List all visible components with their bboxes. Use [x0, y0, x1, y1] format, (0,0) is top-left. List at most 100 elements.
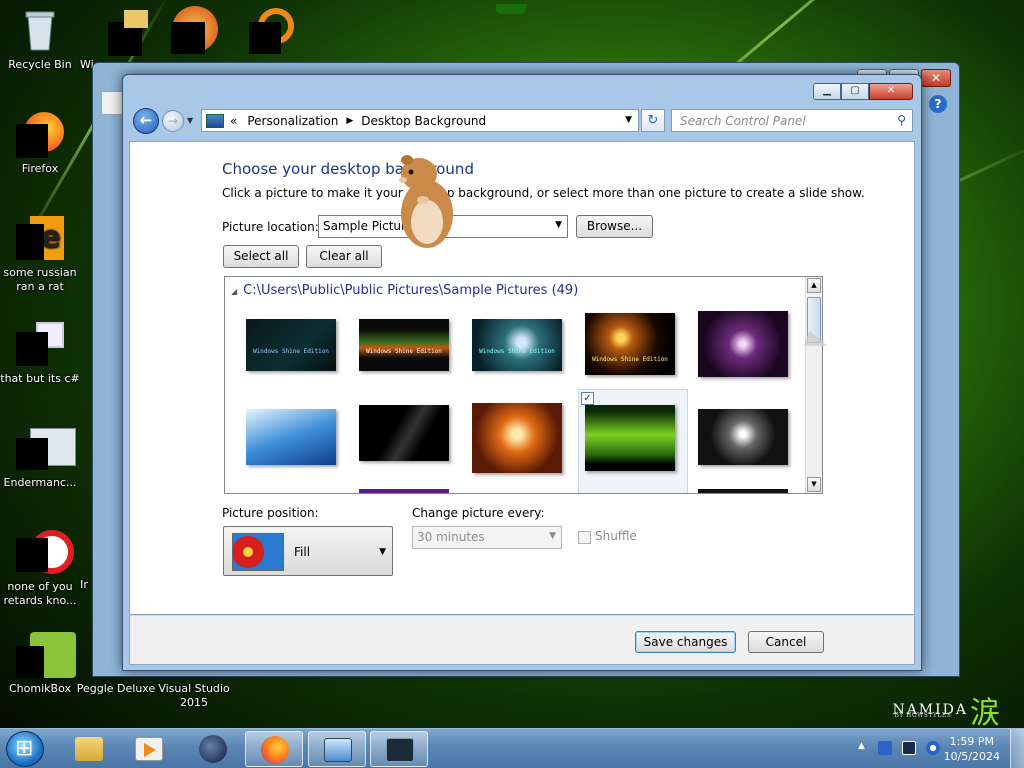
- desktop-icon-label: ChomikBox: [9, 682, 71, 695]
- navigation-bar: ← → ▼ « Personalization ▶ Desktop Backgr…: [129, 107, 915, 135]
- desktop-icon-label: Endermanc...: [3, 476, 77, 489]
- shuffle-checkbox[interactable]: [578, 531, 591, 544]
- thumbnail-selected[interactable]: [585, 405, 675, 471]
- clock-date: 10/5/2024: [943, 750, 1000, 763]
- search-input[interactable]: Search Control Panel ⚲: [671, 109, 913, 132]
- breadcrumb-personalization[interactable]: Personalization: [247, 114, 338, 128]
- personalization-icon: [324, 738, 352, 762]
- watermark-byline: BY HGWSTYLES: [894, 712, 952, 719]
- picture-position-select[interactable]: Fill ▼: [223, 526, 393, 576]
- desktop-icon-label: Recycle Bin: [8, 58, 72, 71]
- taskbar-window-app[interactable]: [370, 731, 428, 767]
- window-app-icon: [16, 424, 76, 472]
- thumbnail[interactable]: [698, 409, 788, 465]
- scroll-down-icon[interactable]: ▼: [807, 477, 821, 492]
- picture-location-label: Picture location:: [222, 220, 319, 234]
- gallery-group-path: C:\Users\Public\Public Pictures\Sample P…: [243, 283, 579, 298]
- thumbnail[interactable]: Windows Shine Edition: [585, 313, 675, 375]
- address-overflow[interactable]: «: [230, 114, 237, 128]
- picture-position-label: Picture position:: [222, 506, 319, 520]
- content-area: Choose your desktop background Click a p…: [129, 141, 915, 615]
- scroll-up-icon[interactable]: ▲: [807, 278, 821, 293]
- back-button[interactable]: ←: [133, 108, 159, 134]
- shuffle-label: Shuffle: [595, 529, 637, 543]
- thumbnail[interactable]: Windows Shine Edition: [359, 319, 449, 371]
- network-icon[interactable]: [878, 741, 892, 755]
- thumbnail[interactable]: [698, 489, 788, 493]
- taskbar-explorer[interactable]: [60, 731, 118, 767]
- browse-button[interactable]: Browse...: [576, 215, 653, 238]
- forward-button[interactable]: →: [162, 110, 184, 132]
- gallery-group-header[interactable]: ◢ C:\Users\Public\Public Pictures\Sample …: [231, 283, 578, 298]
- desktop-icon-peggle[interactable]: Peggle Deluxe: [76, 682, 156, 696]
- show-hidden-icons-icon[interactable]: ▲: [858, 741, 865, 751]
- start-button[interactable]: [6, 731, 44, 767]
- close-button[interactable]: ✕: [869, 83, 913, 100]
- folder-icon: [75, 737, 103, 761]
- clock[interactable]: 1:59 PM 10/5/2024: [944, 734, 1000, 764]
- position-preview-image: [232, 533, 284, 571]
- recent-pages-dropdown-icon[interactable]: ▼: [187, 116, 193, 125]
- desktop-icon-that-but-its-csharp[interactable]: that but its c#: [0, 320, 80, 386]
- redacted-icon: [249, 22, 281, 54]
- desktop-icon-visual-studio[interactable]: Visual Studio 2015: [154, 682, 234, 710]
- desktop-icon-chomikbox[interactable]: ChomikBox: [0, 630, 80, 696]
- firefox-icon: [16, 110, 64, 158]
- hamster-desktop-pet-icon[interactable]: [393, 152, 457, 252]
- refresh-button[interactable]: ↻: [641, 109, 665, 132]
- thumbnail[interactable]: Windows Shine Edition: [246, 319, 336, 371]
- change-interval-value: 30 minutes: [417, 530, 485, 544]
- address-dropdown-icon[interactable]: ▼: [625, 115, 632, 125]
- taskbar-personalization[interactable]: [308, 731, 366, 767]
- show-desktop-button[interactable]: [1010, 729, 1024, 768]
- desktop-icon-recycle-bin[interactable]: Recycle Bin: [0, 6, 80, 72]
- chevron-down-icon: ▼: [549, 531, 556, 541]
- collapse-triangle-icon[interactable]: ◢: [231, 287, 237, 296]
- chevron-down-icon: ▼: [379, 547, 386, 557]
- watermark-kanji: 涙: [970, 696, 1002, 728]
- change-interval-select[interactable]: 30 minutes ▼: [412, 526, 562, 549]
- save-changes-button[interactable]: Save changes: [635, 631, 736, 653]
- change-picture-label: Change picture every:: [412, 506, 545, 520]
- media-player-icon: [135, 737, 163, 761]
- thumbnail-checkbox[interactable]: ✓: [581, 392, 594, 405]
- minimize-button[interactable]: ▁: [813, 83, 841, 100]
- breadcrumb-separator-icon[interactable]: ▶: [346, 116, 353, 126]
- taskbar: ▲ 1:59 PM 10/5/2024: [0, 728, 1024, 768]
- gallery-scrollbar[interactable]: ▲ ▼: [805, 277, 822, 493]
- breadcrumb-desktop-background[interactable]: Desktop Background: [361, 114, 486, 128]
- thumbnail[interactable]: [472, 403, 562, 473]
- volume-icon[interactable]: [926, 741, 940, 755]
- picture-gallery[interactable]: ◢ C:\Users\Public\Public Pictures\Sample …: [224, 276, 823, 494]
- folder-icon: [94, 6, 148, 56]
- desktop-icon-firefox[interactable]: Firefox: [0, 110, 80, 176]
- desktop-icon-label: Firefox: [21, 162, 59, 175]
- cancel-button[interactable]: Cancel: [748, 631, 824, 653]
- thumbnail[interactable]: [359, 405, 449, 461]
- chevron-down-icon: ▼: [555, 220, 562, 230]
- search-icon[interactable]: ⚲: [897, 113, 906, 127]
- taskbar-app-globe[interactable]: [184, 731, 242, 767]
- address-bar[interactable]: « Personalization ▶ Desktop Background ▼: [201, 109, 639, 132]
- taskbar-firefox[interactable]: [245, 731, 303, 767]
- maximize-button[interactable]: ▢: [841, 83, 869, 100]
- recycle-bin-icon: [16, 6, 64, 54]
- picture-position-value: Fill: [294, 545, 311, 559]
- thumbnail[interactable]: [359, 489, 449, 493]
- desktop-icon-label: that but its c#: [0, 372, 80, 385]
- globe-icon: [199, 735, 227, 763]
- display-icon[interactable]: [902, 741, 916, 755]
- help-icon[interactable]: ?: [929, 95, 947, 113]
- desktop-icon-endermanc[interactable]: Endermanc...: [0, 424, 80, 490]
- clear-all-button[interactable]: Clear all: [306, 245, 382, 268]
- thumbnail[interactable]: [698, 311, 788, 377]
- thumbnail[interactable]: Windows Shine Edition: [472, 319, 562, 371]
- desktop-icon-label: Visual Studio 2015: [158, 682, 230, 709]
- desktop-icon-some-russian[interactable]: e some russian ran a rat: [0, 214, 80, 294]
- thumbnail[interactable]: [246, 409, 336, 465]
- wallpaper-watermark: NAMIDA涙 BY HGWSTYLES: [892, 688, 1002, 728]
- desktop-icon-none-of-you[interactable]: none of you retards kno...: [0, 528, 80, 608]
- taskbar-media-player[interactable]: [120, 731, 178, 767]
- background-close-button[interactable]: ✕: [921, 69, 951, 87]
- select-all-button[interactable]: Select all: [223, 245, 299, 268]
